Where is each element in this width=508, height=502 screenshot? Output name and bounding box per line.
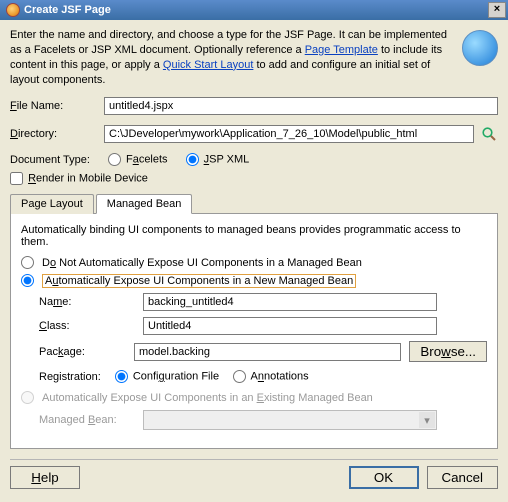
bean-name-input[interactable]	[143, 293, 437, 311]
page-template-link[interactable]: Page Template	[305, 44, 378, 56]
browse-button[interactable]: Browse...Browse...	[409, 341, 487, 362]
bean-package-input[interactable]	[134, 343, 401, 361]
registration-config[interactable]: Configuration FileConfiguration File	[115, 370, 219, 383]
radio-no-expose-label[interactable]: Do Not Automatically Expose UI Component…	[42, 257, 362, 269]
file-name-label: File File Name:Name:	[10, 100, 98, 112]
managed-bean-select: ▾	[143, 410, 437, 430]
doc-type-facelets[interactable]: FaceletsFacelets	[108, 153, 168, 166]
doc-type-label: Document Type:	[10, 154, 90, 166]
registration-label: Registration:	[39, 371, 101, 383]
cancel-button[interactable]: Cancel	[427, 466, 499, 489]
bean-name-label: Name:Name:	[39, 296, 135, 308]
app-icon	[6, 3, 20, 17]
globe-icon	[462, 30, 498, 66]
bean-class-label: Class:Class:	[39, 320, 135, 332]
radio-no-expose[interactable]	[21, 256, 34, 269]
help-button[interactable]: HelpHelp	[10, 466, 80, 489]
quick-start-layout-link[interactable]: Quick Start Layout	[163, 59, 254, 71]
close-button[interactable]: ×	[488, 2, 506, 18]
ok-button[interactable]: OK	[349, 466, 419, 489]
intro-text: Enter the name and directory, and choose…	[10, 28, 452, 87]
radio-auto-new[interactable]	[21, 274, 34, 287]
file-name-input[interactable]	[104, 97, 498, 115]
chevron-down-icon: ▾	[419, 412, 435, 428]
radio-auto-new-label[interactable]: Automatically Expose UI Components in a …	[42, 275, 356, 287]
auto-bind-description: Automatically binding UI components to m…	[21, 224, 487, 248]
radio-auto-existing-label: Automatically Expose UI Components in an…	[42, 392, 373, 404]
bean-package-label: Package:Package:	[39, 346, 126, 358]
bean-class-input[interactable]	[143, 317, 437, 335]
tab-page-layout[interactable]: Page Layout	[10, 194, 94, 214]
render-mobile-checkbox[interactable]: Render in Mobile DeviceRender in Mobile …	[10, 172, 148, 185]
browse-directory-icon[interactable]	[480, 125, 498, 143]
doc-type-jspxml[interactable]: JSP XMLJSP XML	[186, 153, 250, 166]
managed-bean-label: Managed Bean:Managed Bean:	[39, 414, 135, 426]
directory-input[interactable]	[104, 125, 474, 143]
window-title: Create JSF Page	[24, 4, 111, 16]
radio-auto-existing	[21, 391, 34, 404]
registration-annotations[interactable]: AnnotationsAnnotations	[233, 370, 309, 383]
tab-managed-bean[interactable]: Managed Bean	[96, 194, 193, 214]
directory-label: Directory:Directory:	[10, 128, 98, 140]
